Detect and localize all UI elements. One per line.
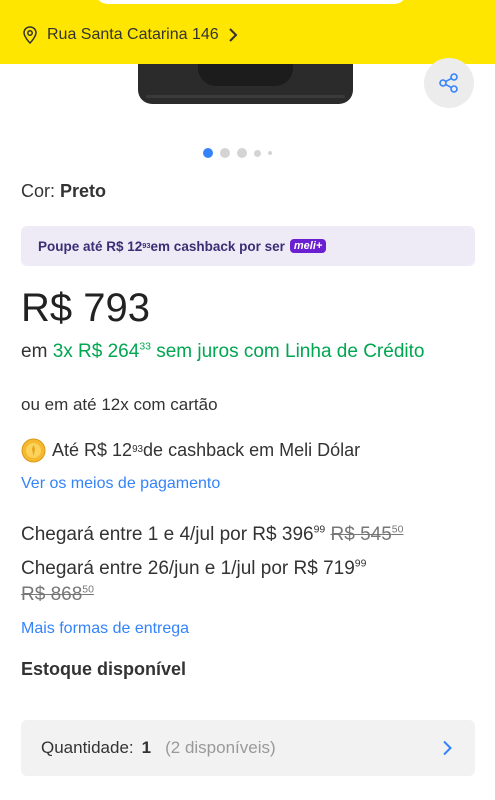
gallery-pagination <box>203 148 279 158</box>
pagination-dot[interactable] <box>268 151 272 155</box>
shipping-cents: 99 <box>354 558 367 570</box>
address-text: Rua Santa Catarina 146 <box>47 26 219 43</box>
product-price: R$ 793 <box>21 286 150 330</box>
shipping-old-price-value: R$ 868 <box>21 584 83 605</box>
chevron-right-icon <box>443 740 452 756</box>
shipping-old-cents: 50 <box>82 584 94 596</box>
share-button[interactable] <box>424 58 474 108</box>
cashback-suffix: de cashback em Meli Dólar <box>143 439 361 460</box>
meli-dollar-cashback: Até R$ 12 93 de cashback em Meli Dólar <box>21 437 360 463</box>
pagination-dot[interactable] <box>237 148 247 158</box>
color-selection: Cor: Preto <box>21 181 106 202</box>
shipping-old-price-value: R$ 545 <box>330 524 392 545</box>
installments-amount: 3x R$ 264 <box>52 341 140 362</box>
pagination-dot[interactable] <box>254 149 261 157</box>
shipping-old-price: R$ 86850 <box>21 584 94 605</box>
meli-plus-badge: meli+ <box>289 239 327 253</box>
payment-methods-link[interactable]: Ver os meios de pagamento <box>21 475 220 493</box>
shipping-text: Chegará entre 26/jun e 1/jul por R$ 719 <box>21 558 355 579</box>
address-selector[interactable]: Rua Santa Catarina 146 <box>22 24 239 46</box>
installments-prefix: em <box>21 341 53 362</box>
product-image-shade <box>198 64 293 86</box>
shipping-old-price: R$ 54550 <box>331 524 404 545</box>
installments-highlight: 3x R$ 26433 sem juros com Linha de Crédi… <box>53 341 425 362</box>
quantity-available: (2 disponíveis) <box>165 738 276 757</box>
shipping-text: Chegará entre 1 e 4/jul por R$ 396 <box>21 524 314 545</box>
quantity-label: Quantidade: <box>41 738 134 757</box>
color-value: Preto <box>60 181 107 201</box>
coin-icon <box>21 438 46 462</box>
pagination-dot-active[interactable] <box>203 148 213 158</box>
installments-text: em 3x R$ 26433 sem juros com Linha de Cr… <box>21 338 471 366</box>
cashback-banner-prefix: Poupe até R$ 12 <box>38 238 143 254</box>
product-image[interactable] <box>138 64 353 104</box>
share-icon <box>439 73 458 93</box>
shipping-option: Chegará entre 1 e 4/jul por R$ 39699 R$ … <box>21 522 481 548</box>
shipping-option: Chegará entre 26/jun e 1/jul por R$ 7199… <box>21 556 481 608</box>
header-bar: Rua Santa Catarina 146 <box>0 0 495 64</box>
quantity-value: 1 <box>141 738 152 757</box>
cashback-banner-suffix: em cashback por ser <box>150 238 285 254</box>
shipping-cents: 99 <box>313 524 326 536</box>
color-label: Cor: <box>21 181 61 201</box>
product-image-bevel <box>146 95 345 98</box>
cashback-banner[interactable]: Poupe até R$ 12 93 em cashback por ser me… <box>21 226 475 266</box>
installments-suffix: sem juros com Linha de Crédito <box>150 341 425 362</box>
shipping-old-cents: 50 <box>391 524 404 536</box>
cashback-prefix: Até R$ 12 <box>52 439 133 460</box>
chevron-right-icon <box>228 28 238 42</box>
installments-cents: 33 <box>139 341 151 353</box>
stock-status: Estoque disponível <box>21 659 187 679</box>
location-pin-icon <box>23 26 37 44</box>
search-bar[interactable] <box>95 0 407 4</box>
card-installments: ou em até 12x com cartão <box>21 395 218 414</box>
more-shipping-link[interactable]: Mais formas de entrega <box>21 620 189 638</box>
quantity-selector[interactable]: Quantidade: 1 (2 disponíveis) <box>21 720 475 776</box>
pagination-dot[interactable] <box>220 148 230 158</box>
